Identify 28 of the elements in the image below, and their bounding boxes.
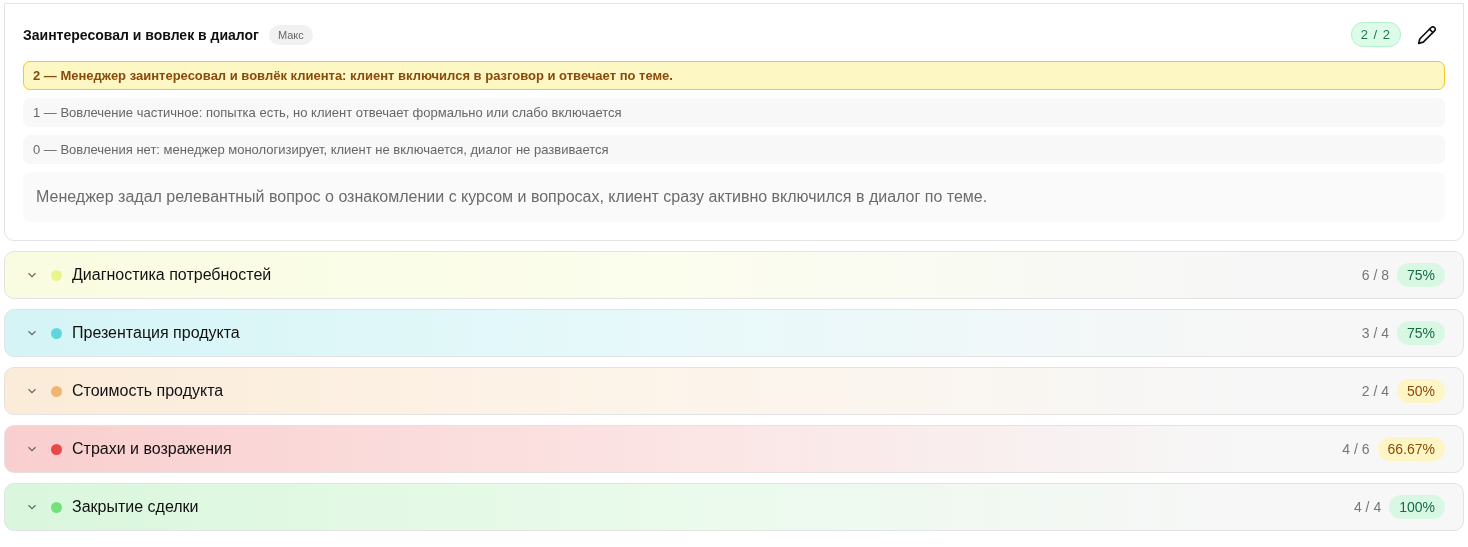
score-pill: 2 / 2 bbox=[1350, 22, 1401, 47]
section-score: 2 / 4 bbox=[1361, 383, 1389, 399]
section-score: 3 / 4 bbox=[1361, 325, 1389, 341]
section-title: Презентация продукта bbox=[72, 324, 240, 342]
section-score: 4 / 4 bbox=[1353, 499, 1382, 515]
score-option[interactable]: 2 — Менеджер заинтересовал и вовлёк клиента: клиент включился в разговор и отвечает по теме. bbox=[23, 61, 1445, 90]
percent-pill: 100% bbox=[1389, 495, 1445, 519]
section-score: 4 / 6 bbox=[1342, 441, 1370, 457]
section-header[interactable]: Закрытие сделки 4 / 4 100% bbox=[4, 483, 1464, 531]
section-title: Страхи и возражения bbox=[72, 440, 232, 458]
section-header[interactable]: Презентация продукта 3 / 4 75% bbox=[4, 309, 1464, 357]
section-header[interactable]: Стоимость продукта 2 / 4 50% bbox=[4, 367, 1464, 415]
score-option[interactable]: 0 — Вовлечения нет: менеджер монологизирует, клиент не включается, диалог не развивается bbox=[23, 135, 1445, 164]
section-score: 6 / 8 bbox=[1361, 267, 1389, 283]
section-title: Стоимость продукта bbox=[72, 382, 224, 400]
max-tag: Макс bbox=[268, 24, 313, 45]
percent-pill: 50% bbox=[1396, 379, 1445, 403]
score-option[interactable]: 1 — Вовлечение частичное: попытка есть, но клиент отвечает формально или слабо включается bbox=[23, 98, 1445, 127]
percent-pill: 75% bbox=[1396, 321, 1445, 345]
percent-pill: 66.67% bbox=[1377, 437, 1445, 461]
section-header[interactable]: Диагностика потребностей 6 / 8 75% bbox=[4, 251, 1464, 299]
pencil-icon[interactable] bbox=[1417, 24, 1437, 45]
section-title: Закрытие сделки bbox=[72, 498, 199, 516]
section-header[interactable]: Страхи и возражения 4 / 6 66.67% bbox=[4, 425, 1464, 473]
criterion-title: Заинтересовал и вовлек в диалог bbox=[23, 26, 259, 43]
section-title: Диагностика потребностей bbox=[72, 266, 272, 284]
percent-pill: 75% bbox=[1396, 263, 1445, 287]
comment-text: Менеджер задал релевантный вопрос о ознакомлении с курсом и вопросах, клиент сразу активно включился в диалог по теме. bbox=[23, 172, 1445, 222]
